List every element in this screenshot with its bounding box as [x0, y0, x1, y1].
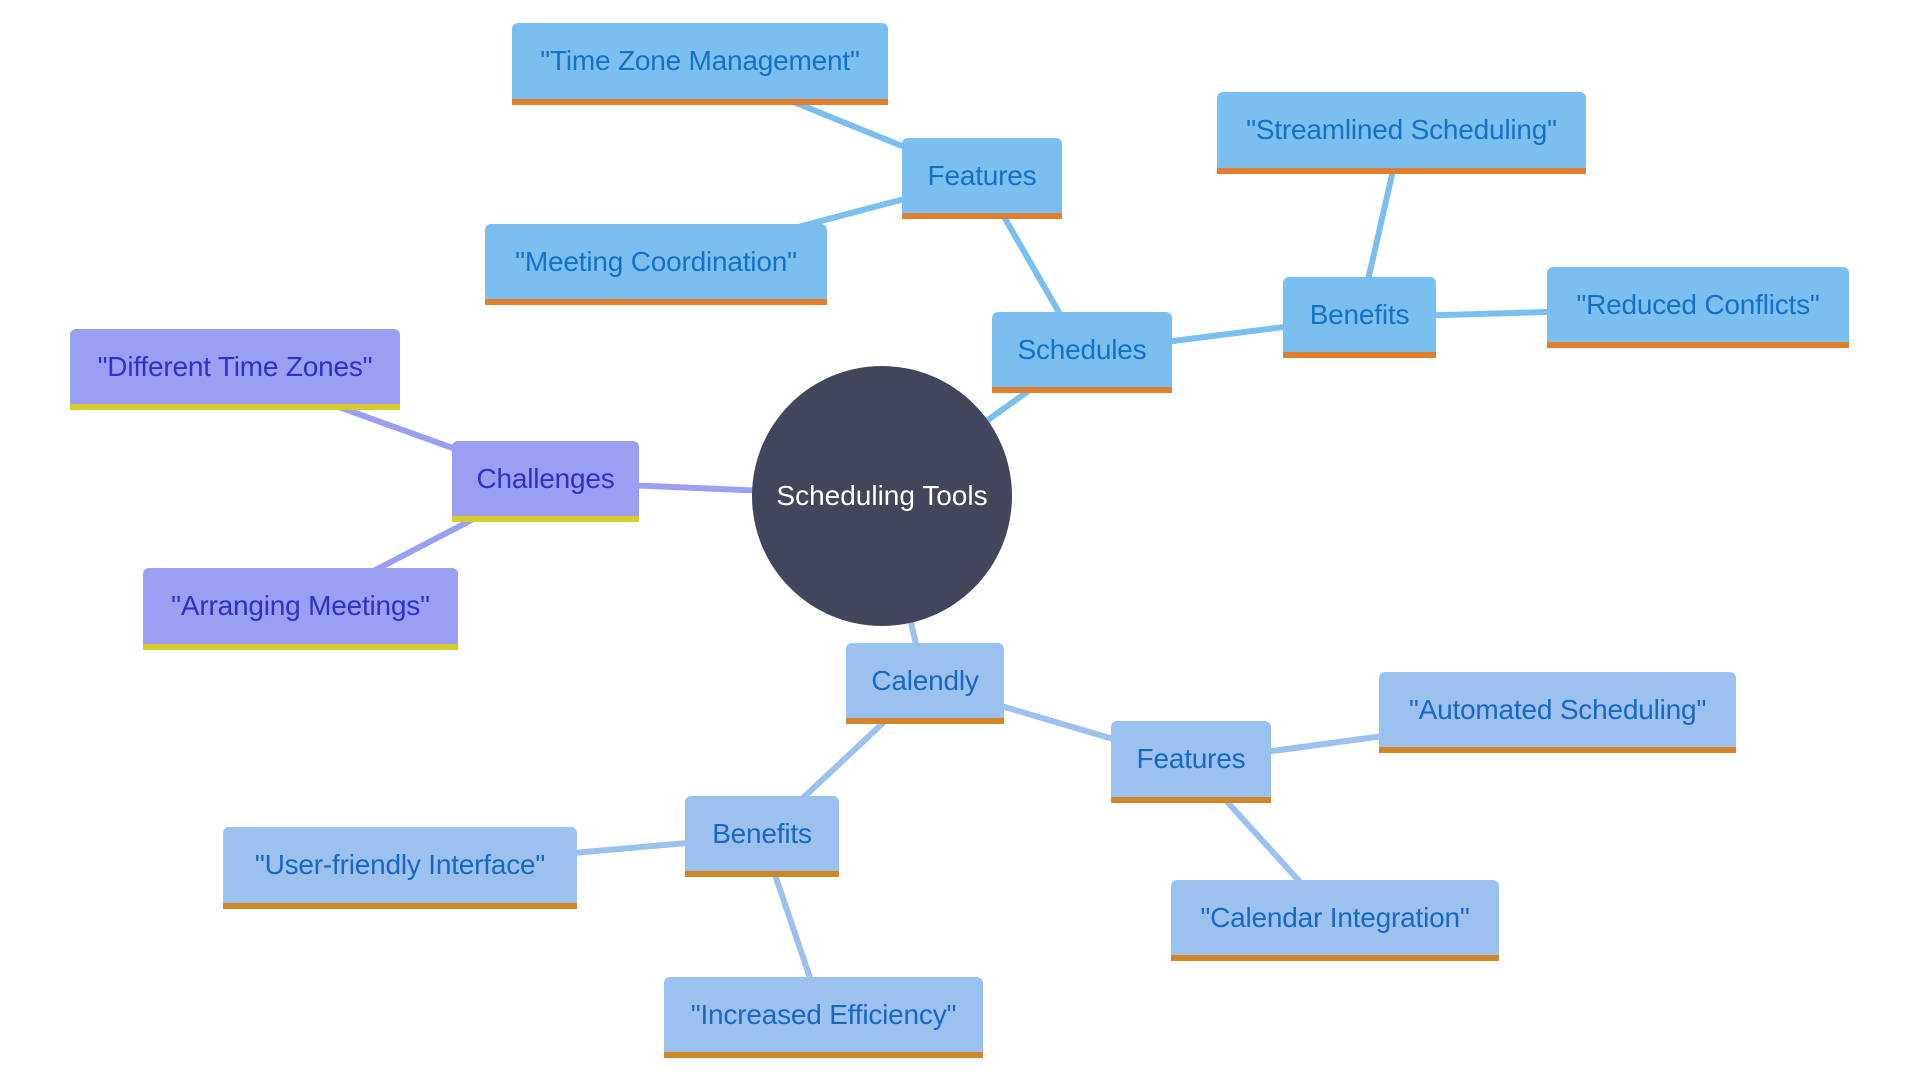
node-time-zone-management[interactable]: "Time Zone Management" — [512, 23, 888, 105]
node-streamlined-scheduling[interactable]: "Streamlined Scheduling" — [1217, 92, 1586, 174]
node-schedules-benefits[interactable]: Benefits — [1283, 277, 1436, 358]
node-user-friendly-interface[interactable]: "User-friendly Interface" — [223, 827, 577, 909]
node-increased-efficiency[interactable]: "Increased Efficiency" — [664, 977, 983, 1058]
root-label: Scheduling Tools — [776, 480, 988, 511]
node-label: Calendly — [871, 664, 979, 696]
node-reduced-conflicts[interactable]: "Reduced Conflicts" — [1547, 267, 1849, 348]
node-label: "User-friendly Interface" — [254, 849, 546, 880]
node-meeting-coordination[interactable]: "Meeting Coordination" — [485, 224, 827, 305]
node-label: "Different Time Zones" — [97, 350, 373, 382]
node-label: Benefits — [1309, 298, 1410, 330]
node-label: "Arranging Meetings" — [171, 590, 430, 621]
node-label: "Streamlined Scheduling" — [1246, 114, 1557, 145]
node-label: "Calendar Integration" — [1200, 901, 1470, 933]
node-challenges[interactable]: Challenges — [452, 441, 639, 522]
node-schedules-features[interactable]: Features — [902, 138, 1062, 219]
node-calendar-integration[interactable]: "Calendar Integration" — [1171, 880, 1499, 961]
node-automated-scheduling[interactable]: "Automated Scheduling" — [1379, 672, 1736, 753]
node-label: Benefits — [712, 817, 812, 849]
node-calendly-benefits[interactable]: Benefits — [685, 796, 839, 877]
node-calendly[interactable]: Calendly — [846, 643, 1004, 724]
node-arranging-meetings[interactable]: "Arranging Meetings" — [143, 568, 458, 650]
node-label: Challenges — [476, 462, 615, 494]
node-label: Features — [1136, 743, 1246, 774]
node-different-time-zones[interactable]: "Different Time Zones" — [70, 329, 400, 410]
node-label: "Reduced Conflicts" — [1576, 288, 1820, 320]
node-label: "Automated Scheduling" — [1408, 693, 1707, 725]
node-label: Features — [927, 159, 1037, 191]
root-node-scheduling-tools[interactable]: Scheduling Tools — [752, 366, 1012, 626]
node-schedules[interactable]: Schedules — [992, 312, 1172, 393]
node-label: "Time Zone Management" — [540, 45, 860, 76]
node-label: "Meeting Coordination" — [515, 245, 797, 277]
node-calendly-features[interactable]: Features — [1111, 721, 1271, 803]
node-label: "Increased Efficiency" — [690, 998, 957, 1030]
node-label: Schedules — [1017, 333, 1147, 365]
